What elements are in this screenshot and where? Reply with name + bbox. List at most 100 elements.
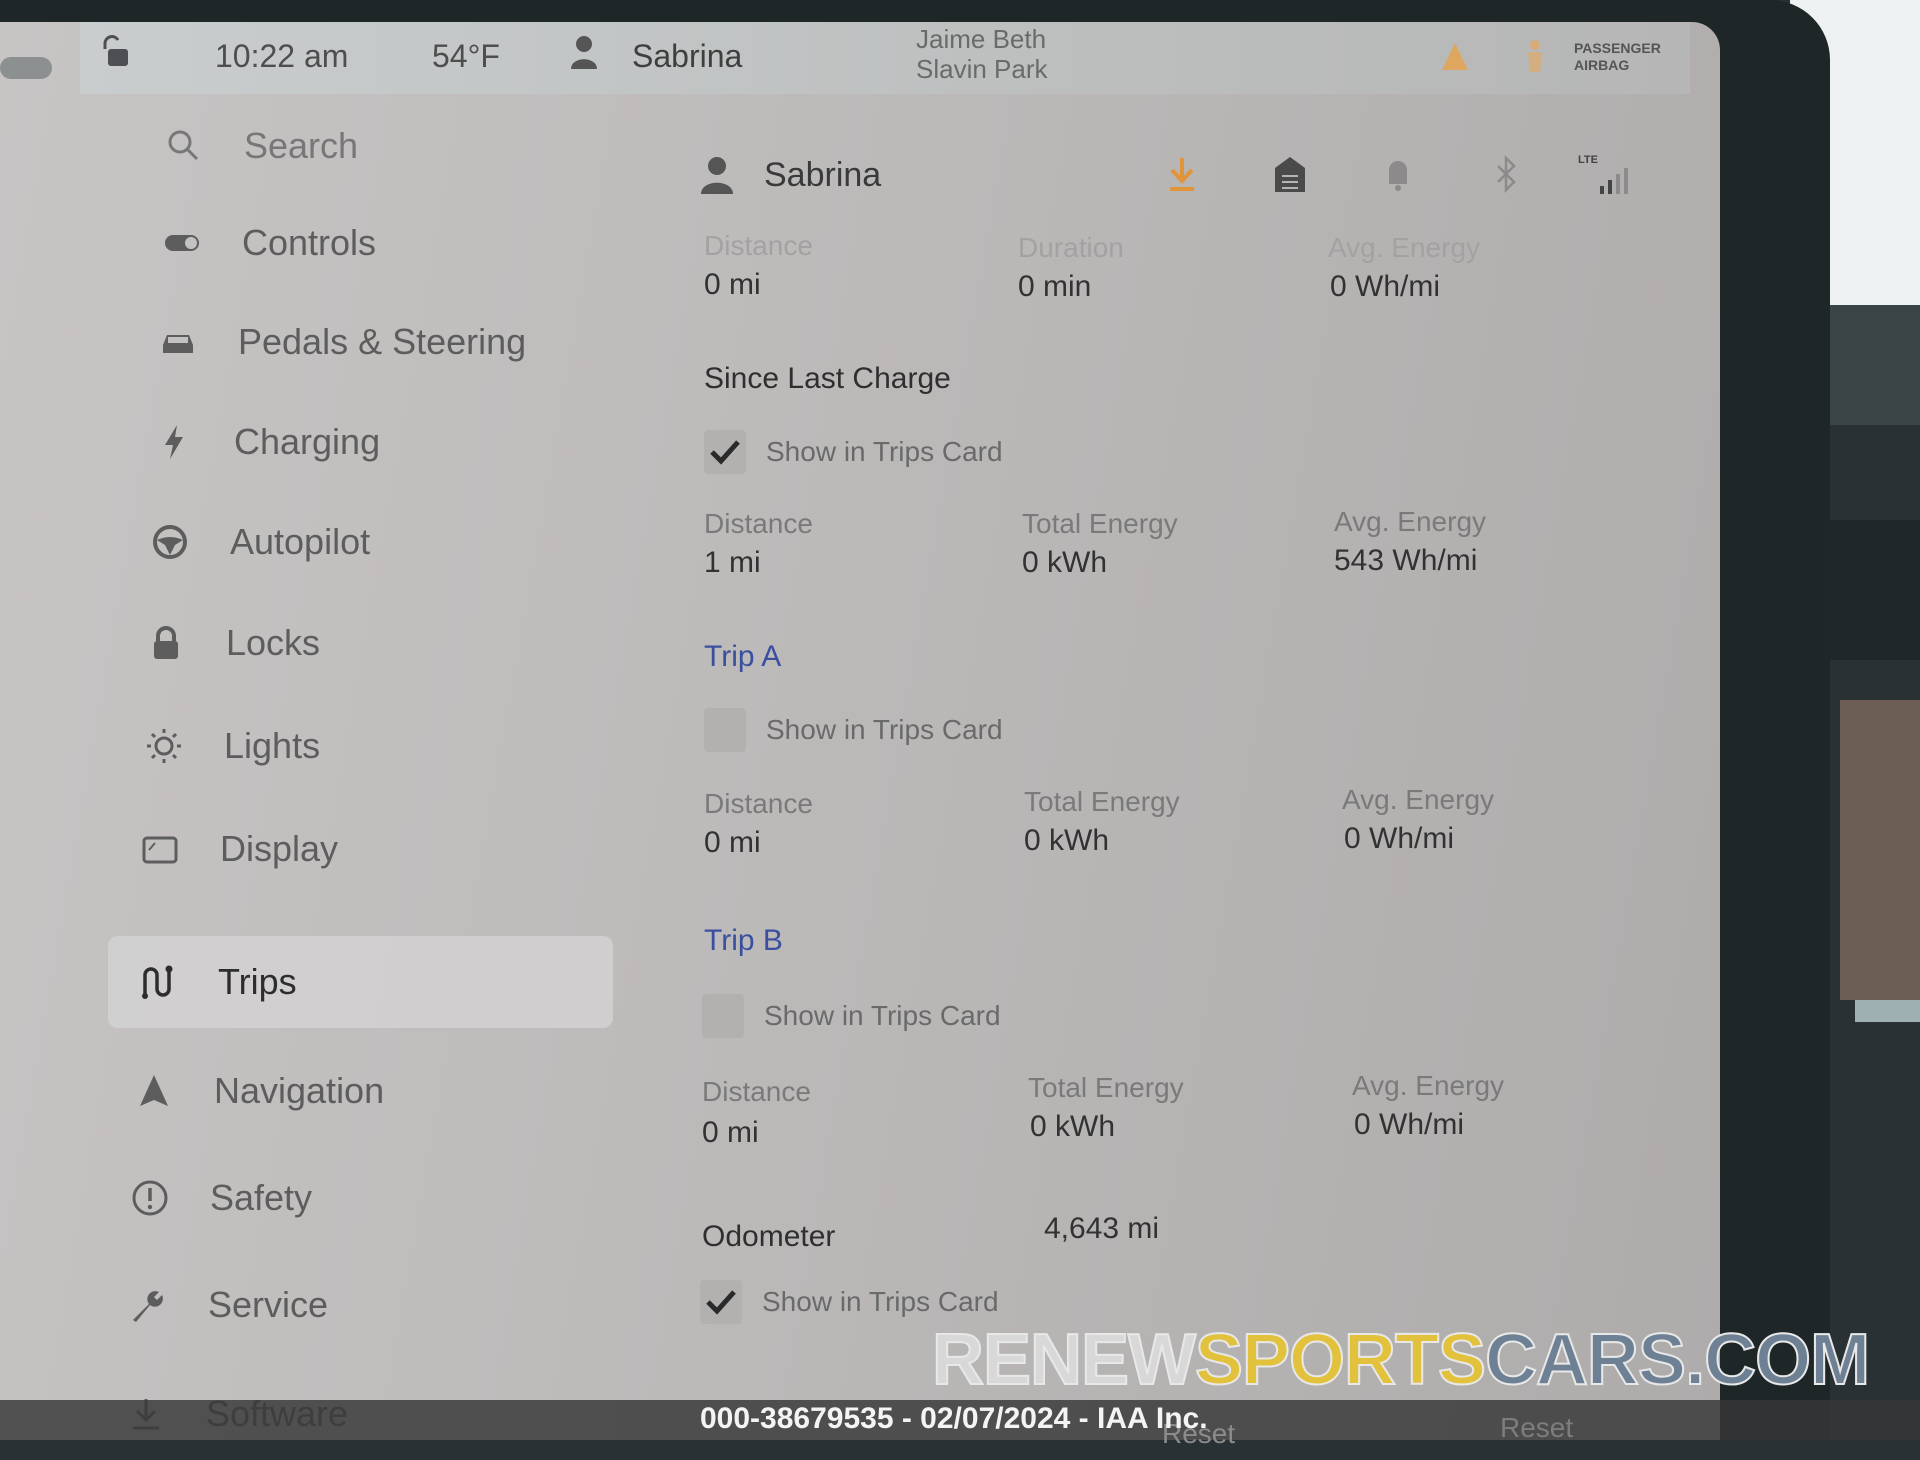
trip-b-title[interactable]: Trip B [704, 924, 783, 958]
profile-header[interactable]: Sabrina [700, 150, 881, 200]
checkmark-icon [706, 1290, 736, 1315]
sidebar-item-display[interactable]: Display [138, 803, 648, 895]
slc-distance-value: 1 mi [704, 546, 761, 579]
since-last-charge-show-checkbox[interactable]: Show in Trips Card [704, 430, 1003, 474]
sidebar-item-label: Autopilot [230, 521, 371, 562]
lte-signal-icon: LTE [1578, 154, 1638, 194]
search-icon [162, 124, 206, 168]
trip-b-avg-energy-label: Avg. Energy [1352, 1070, 1505, 1101]
garage-icon[interactable] [1272, 154, 1308, 194]
trip-a-avg-energy-value: 0 Wh/mi [1344, 822, 1455, 855]
sidebar-item-label: Lights [224, 725, 321, 766]
trip-a-avg-energy-label: Avg. Energy [1342, 784, 1495, 815]
slc-total-energy-value: 0 kWh [1022, 546, 1108, 579]
map-label-line2: Slavin Park [916, 54, 1048, 84]
current-avg-energy-value: 0 Wh/mi [1330, 270, 1441, 303]
current-distance-label: Distance [704, 230, 813, 261]
navigation-arrow-icon [132, 1069, 176, 1113]
status-bar: 10:22 am 54°F Sabrina Jaime Beth Slavin … [0, 22, 1690, 94]
watermark-part2: SPORTS [1194, 1319, 1487, 1401]
sidebar-item-label: Charging [234, 421, 381, 462]
map-label-line1: Jaime Beth [916, 24, 1047, 54]
sidebar-item-lights[interactable]: Lights [142, 700, 652, 792]
passenger-seat-icon [1528, 40, 1542, 72]
sidebar-item-charging[interactable]: Charging [152, 396, 662, 488]
checkbox-unchecked[interactable] [702, 994, 744, 1038]
download-update-icon[interactable] [1164, 154, 1200, 194]
airbag-line1: PASSENGER [1574, 40, 1661, 56]
trip-b-distance-label: Distance [702, 1076, 811, 1107]
bluetooth-icon[interactable] [1488, 154, 1524, 194]
caption-text: 000-38679535 - 02/07/2024 - IAA Inc. [700, 1402, 1208, 1435]
sidebar-item-pedals-steering[interactable]: Pedals & Steering [156, 296, 666, 388]
checkbox-checked[interactable] [700, 1280, 742, 1324]
watermark: RENEWSPORTSCARS.COM [931, 1319, 1871, 1401]
car-icon [156, 320, 200, 364]
current-duration-value: 0 min [1018, 270, 1092, 303]
trip-a-total-energy-value: 0 kWh [1024, 824, 1110, 857]
reset-trip-b-button[interactable]: Reset [1500, 1412, 1573, 1444]
outside-temperature: 54°F [432, 38, 500, 74]
slc-avg-energy-label: Avg. Energy [1334, 506, 1487, 537]
odometer-value: 4,643 mi [1044, 1212, 1160, 1245]
trip-b-avg-energy-value: 0 Wh/mi [1354, 1108, 1465, 1141]
slc-total-energy-label: Total Energy [1022, 508, 1178, 539]
odometer-label: Odometer [702, 1220, 836, 1253]
checkbox-label: Show in Trips Card [762, 1286, 999, 1317]
sidebar-item-service[interactable]: Service [126, 1259, 636, 1351]
light-bulb-icon [142, 724, 186, 768]
user-profile-icon [701, 157, 733, 194]
sidebar-item-locks[interactable]: Locks [144, 597, 654, 689]
sidebar-item-navigation[interactable]: Navigation [132, 1045, 642, 1137]
drive-mode-indicator [0, 57, 52, 79]
profile-name: Sabrina [764, 155, 882, 194]
sidebar-item-label: Display [220, 828, 339, 869]
checkbox-unchecked[interactable] [704, 708, 746, 752]
toggle-icon [160, 221, 204, 265]
sidebar-item-autopilot[interactable]: Autopilot [148, 496, 658, 588]
driver-profile-name[interactable]: Sabrina [632, 38, 742, 75]
trips-route-icon [136, 960, 180, 1004]
current-duration-label: Duration [1018, 232, 1124, 263]
checkbox-label: Show in Trips Card [766, 714, 1003, 745]
sidebar-item-controls[interactable]: Controls [160, 197, 670, 289]
current-distance-value: 0 mi [704, 268, 761, 301]
checkbox-checked[interactable] [704, 430, 746, 474]
passenger-airbag-indicator: PASSENGER AIRBAG [1574, 40, 1661, 74]
watermark-part3: CARS.COM [1484, 1319, 1871, 1401]
trip-a-show-checkbox[interactable]: Show in Trips Card [704, 708, 1003, 752]
user-profile-icon[interactable] [570, 34, 598, 70]
since-last-charge-title: Since Last Charge [704, 362, 951, 395]
sidebar-item-label: Safety [210, 1177, 313, 1218]
trip-b-distance-value: 0 mi [702, 1116, 759, 1149]
slc-avg-energy-value: 543 Wh/mi [1334, 544, 1478, 577]
sidebar-search[interactable]: Search [162, 100, 672, 192]
sidebar-item-label: Search [244, 125, 359, 166]
sidebar-item-label: Trips [218, 961, 297, 1002]
sidebar-item-label: Controls [242, 222, 377, 263]
sidebar-item-trips[interactable]: Trips [108, 936, 613, 1028]
checkmark-icon [710, 440, 740, 465]
slc-distance-label: Distance [704, 508, 813, 539]
background-wood-trim [1840, 700, 1920, 1000]
trip-b-show-checkbox[interactable]: Show in Trips Card [702, 994, 1001, 1038]
background-dashboard-vent [1830, 520, 1920, 660]
airbag-line2: AIRBAG [1574, 57, 1630, 73]
steering-wheel-icon [148, 520, 192, 564]
checkbox-label: Show in Trips Card [766, 436, 1003, 467]
trip-a-title[interactable]: Trip A [704, 640, 781, 674]
unlocked-padlock-icon[interactable] [100, 34, 130, 70]
wrench-icon [126, 1283, 170, 1327]
sidebar-item-label: Locks [226, 622, 321, 663]
map-location-label: Jaime Beth Slavin Park [916, 24, 1048, 84]
trip-a-total-energy-label: Total Energy [1024, 786, 1180, 817]
checkbox-label: Show in Trips Card [764, 1000, 1001, 1031]
warning-indicator-icon [1442, 43, 1468, 70]
alert-circle-icon [128, 1176, 172, 1220]
sidebar-item-label: Pedals & Steering [238, 321, 527, 362]
bell-icon[interactable] [1380, 154, 1416, 194]
sidebar-item-safety[interactable]: Safety [128, 1152, 638, 1244]
trip-b-total-energy-label: Total Energy [1028, 1072, 1184, 1103]
odometer-show-checkbox[interactable]: Show in Trips Card [700, 1280, 999, 1324]
lte-label: LTE [1578, 154, 1598, 166]
